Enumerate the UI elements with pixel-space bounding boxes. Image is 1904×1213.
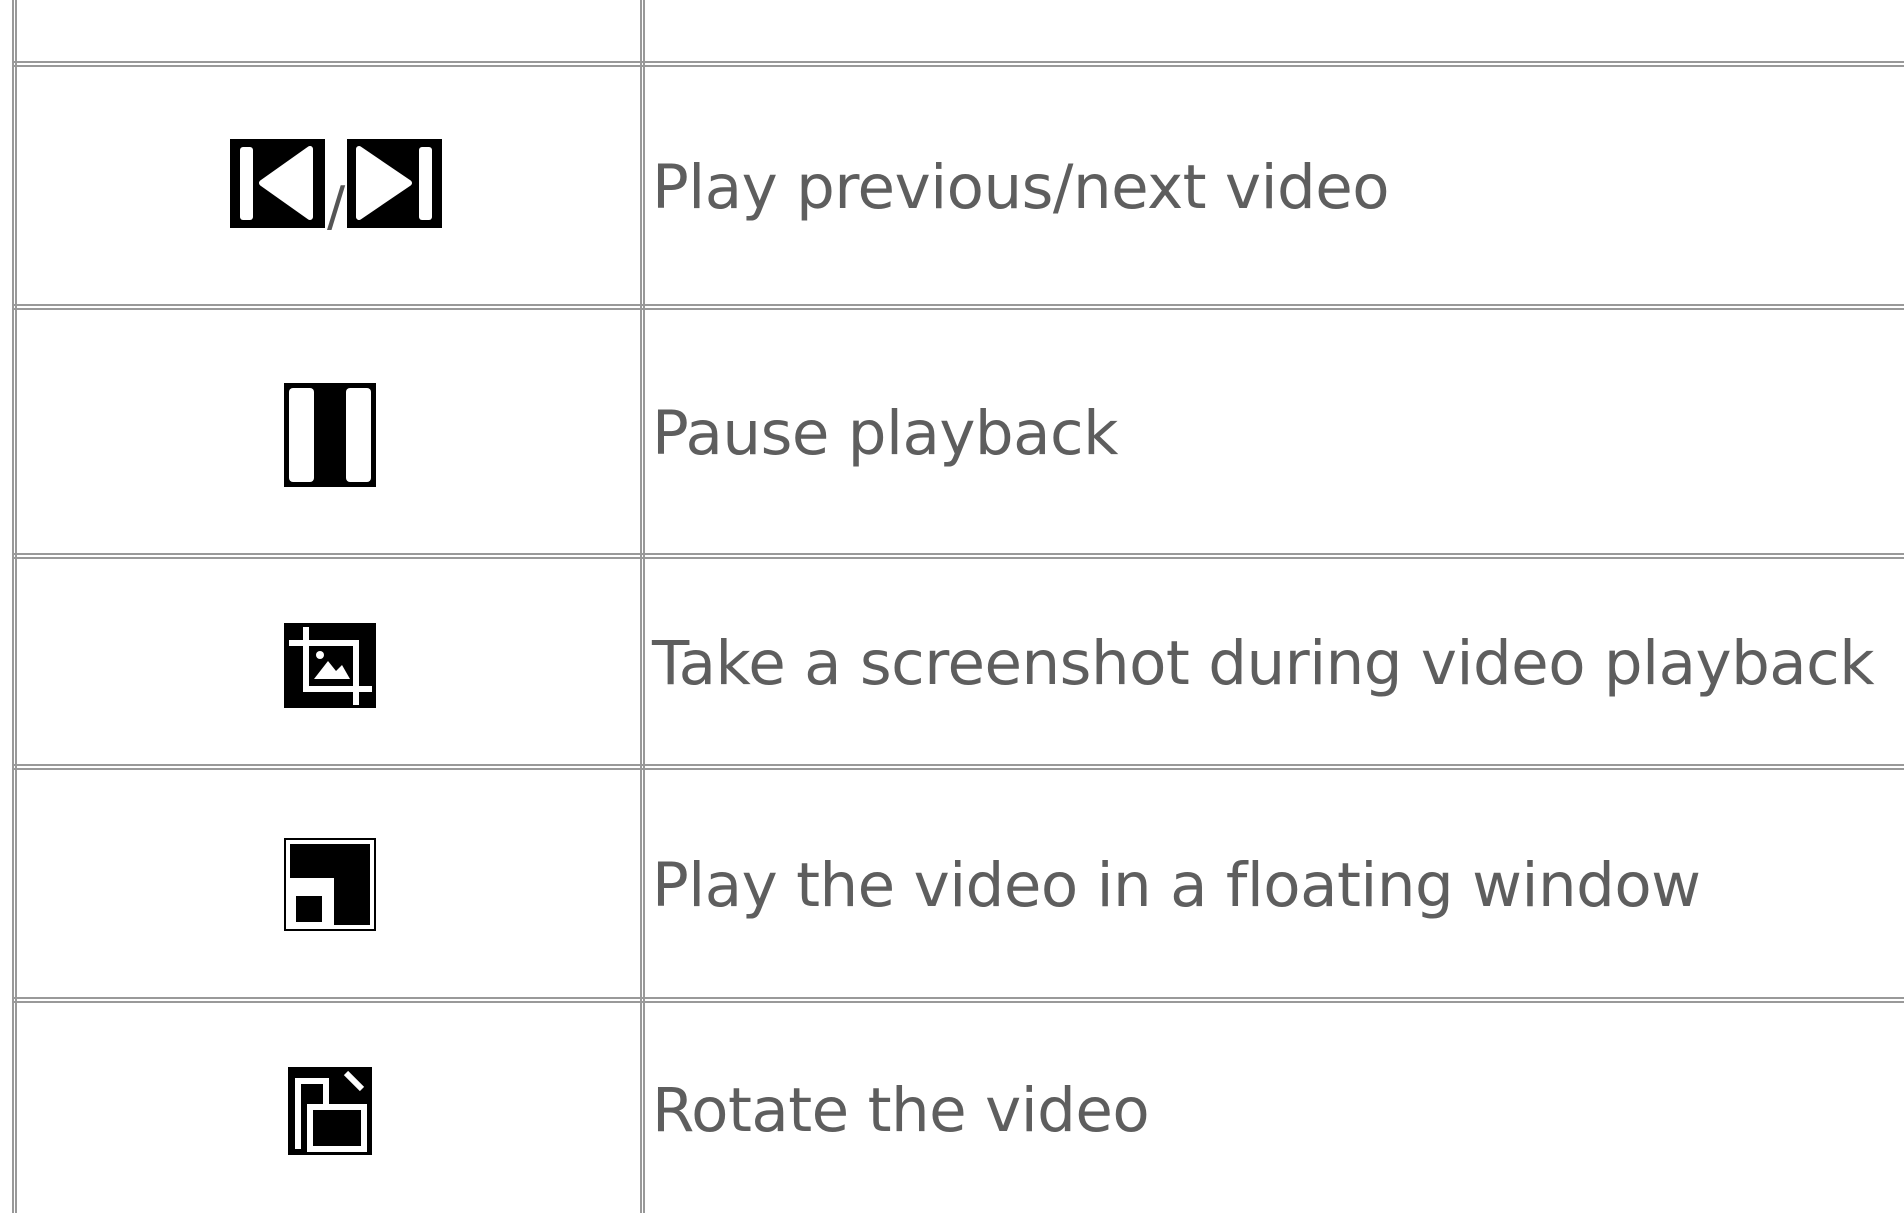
controls-table: / Play previous/next video Pause playbac… — [12, 0, 1904, 1213]
icon-separator: / — [327, 175, 346, 238]
description-cell: Play previous/next video — [652, 67, 1904, 304]
table-row: Rotate the video — [12, 1003, 1904, 1213]
row-label: Play previous/next video — [652, 152, 1390, 223]
row-label: Pause playback — [652, 398, 1118, 469]
description-cell: Pause playback — [652, 310, 1904, 553]
row-label: Play the video in a floating window — [652, 850, 1701, 921]
row-label: Rotate the video — [652, 1074, 1150, 1146]
screenshot-icon — [284, 623, 376, 708]
icon-cell: / — [17, 67, 647, 304]
description-cell: Play the video in a floating window — [652, 770, 1904, 997]
pause-icon — [284, 383, 376, 487]
floating-window-icon — [284, 838, 376, 931]
previous-icon — [230, 139, 325, 228]
icon-cell — [17, 559, 647, 764]
description-cell: Rotate the video — [652, 1003, 1904, 1213]
icon-cell — [17, 1003, 647, 1213]
icon-cell — [17, 770, 647, 997]
description-cell: Take a screenshot during video playback — [652, 559, 1904, 764]
table-row: Take a screenshot during video playback — [12, 559, 1904, 764]
table-row: / Play previous/next video — [12, 67, 1904, 304]
table-row: Pause playback — [12, 310, 1904, 553]
table-row: Play the video in a floating window — [12, 770, 1904, 997]
icon-cell — [17, 310, 647, 553]
next-icon — [347, 139, 442, 228]
row-label: Take a screenshot during video playback — [652, 628, 1875, 699]
rotate-icon — [288, 1067, 372, 1155]
